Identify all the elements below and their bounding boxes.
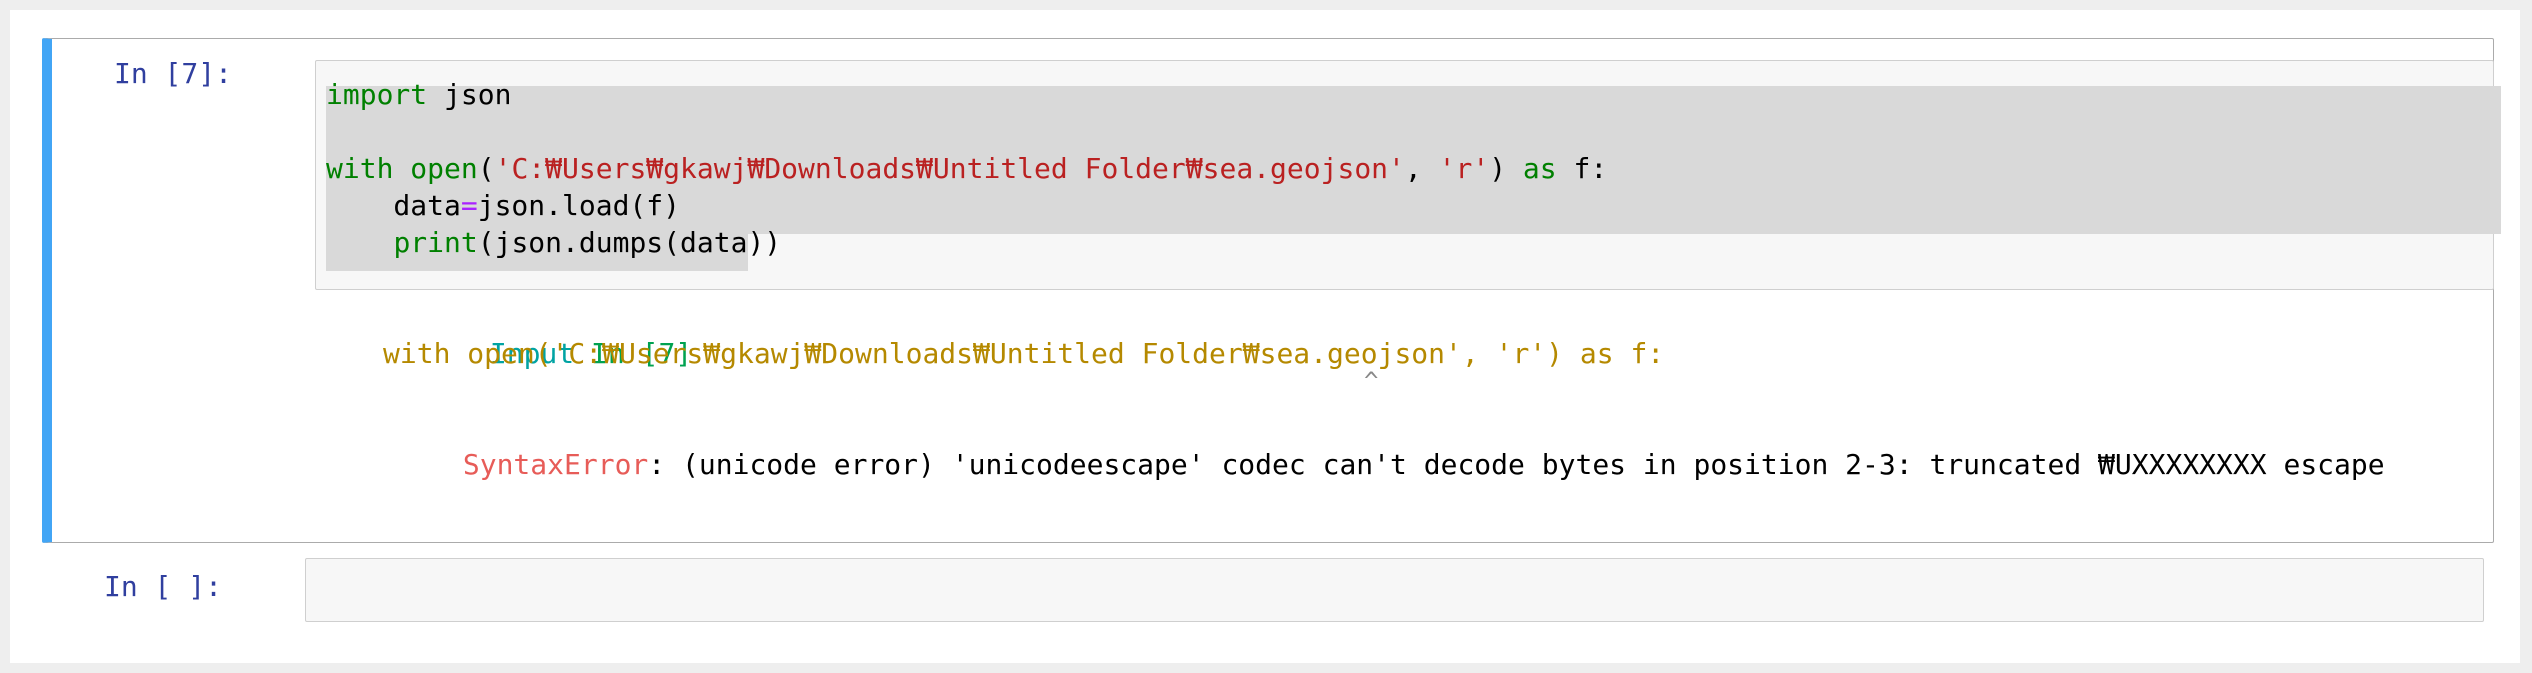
code-line: print(json.dumps(data)): [326, 224, 781, 261]
input-prompt: In [7]:: [113, 57, 232, 90]
code-token: import: [326, 78, 428, 111]
code-token: json: [427, 78, 512, 111]
error-message: : (unicode error) 'unicodeescape' codec …: [648, 448, 2385, 481]
code-line: import json: [326, 76, 511, 113]
notebook-page: In [7]: import json with open('C:₩Users₩g…: [10, 10, 2520, 663]
code-token: =: [460, 189, 478, 222]
code-token: print: [393, 226, 478, 259]
code-token: 'r': [1438, 152, 1490, 185]
traceback-code-line: with open('C:₩Users₩gkawj₩Downloads₩Unti…: [383, 337, 1665, 370]
error-name: SyntaxError: [462, 448, 649, 481]
code-token: f:: [1556, 152, 1608, 185]
code-line: with open('C:₩Users₩gkawj₩Downloads₩Unti…: [326, 150, 1607, 187]
code-cell-selected[interactable]: In [7]: import json with open('C:₩Users₩g…: [42, 38, 2501, 543]
code-token: ,: [1404, 152, 1439, 185]
code-token: with: [326, 152, 394, 185]
code-token: (json.dumps(data)): [477, 226, 782, 259]
code-token: json.load(f): [477, 189, 681, 222]
code-line: data=json.load(f): [326, 187, 680, 224]
empty-code-input-area[interactable]: [305, 558, 2484, 622]
code-token: data: [326, 189, 461, 222]
code-token: ): [1489, 152, 1523, 185]
code-input-area[interactable]: import json with open('C:₩Users₩gkawj₩Dow…: [315, 60, 2501, 290]
input-prompt-empty: In [ ]:: [103, 570, 222, 603]
code-token: (: [477, 152, 495, 185]
code-token: open: [410, 152, 478, 185]
code-token: as: [1522, 152, 1557, 185]
error-line: SyntaxError: (unicode error) 'unicodeesc…: [328, 409, 2385, 520]
traceback-caret: ^: [1364, 367, 1379, 395]
code-token: 'C:₩Users₩gkawj₩Downloads₩Untitled Folde…: [494, 152, 1405, 185]
code-cell-empty[interactable]: In [ ]:: [42, 546, 2494, 626]
